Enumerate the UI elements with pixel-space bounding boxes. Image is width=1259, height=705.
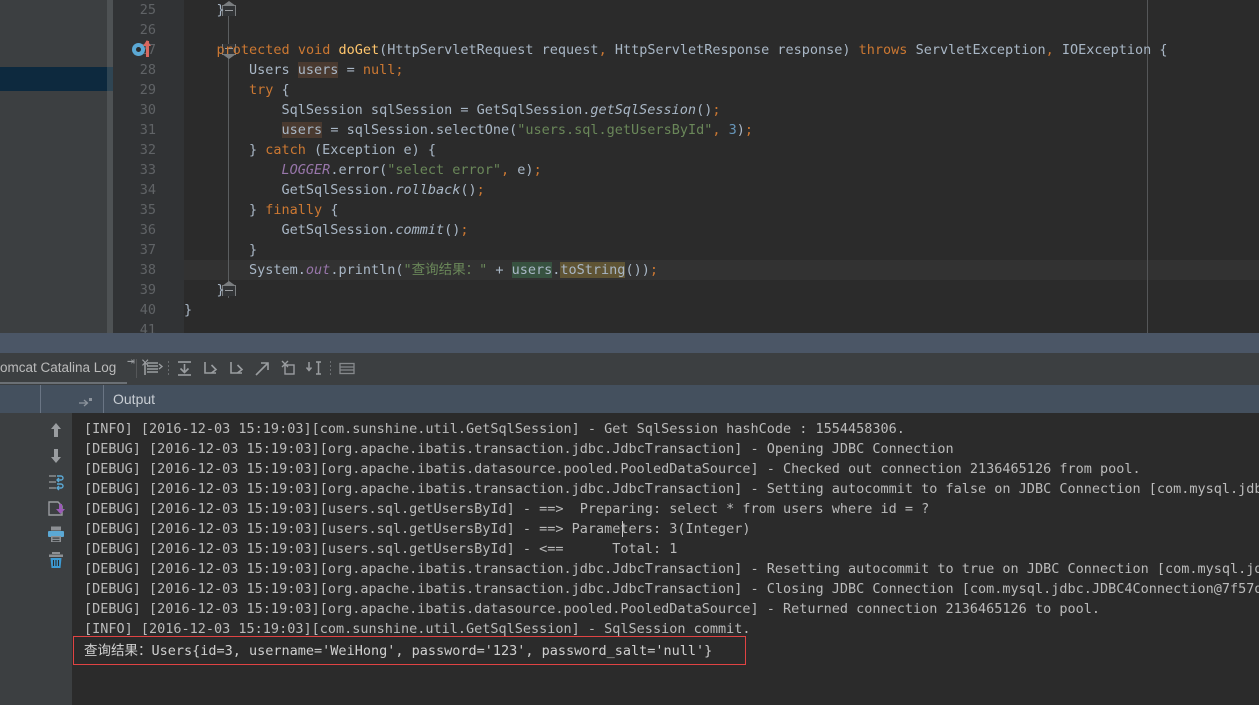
code-line-37: } xyxy=(184,242,258,258)
code-text[interactable]: } protected void doGet(HttpServletReques… xyxy=(184,0,1259,333)
line-number: 34 xyxy=(139,182,156,198)
run-tool-window: omcat Catalina Log × xyxy=(0,353,1259,705)
pin-tab-icon[interactable] xyxy=(127,354,140,375)
text-caret xyxy=(622,521,623,537)
soft-wrap-button[interactable] xyxy=(45,471,67,493)
print-button[interactable] xyxy=(45,523,67,545)
ide-window: 25 26 27 28 29 30 31 32 33 34 35 36 37 3… xyxy=(0,0,1259,705)
line-number: 39 xyxy=(139,282,156,298)
console-line: [INFO] [2016-12-03 15:19:03][com.sunshin… xyxy=(84,621,751,637)
code-line-31: users = sqlSession.selectOne("users.sql.… xyxy=(281,122,754,138)
console-line: [DEBUG] [2016-12-03 15:19:03][users.sql.… xyxy=(84,541,678,557)
arrow-up-icon xyxy=(51,423,61,437)
soft-wrap-icon xyxy=(144,362,164,375)
tabbar-divider xyxy=(136,359,137,378)
console-line: [DEBUG] [2016-12-03 15:19:03][org.apache… xyxy=(84,561,1259,577)
down-right-arrow-icon xyxy=(204,362,218,374)
line-number: 35 xyxy=(139,202,156,218)
code-line-30: SqlSession sqlSession = GetSqlSession.ge… xyxy=(184,102,721,118)
fold-lines-icon xyxy=(305,361,321,375)
printer-icon xyxy=(48,526,64,542)
next-occurrence-button[interactable] xyxy=(200,358,222,379)
output-title-divider xyxy=(103,385,104,413)
left-panel-selected-row[interactable] xyxy=(0,67,107,91)
code-line-29: try { xyxy=(249,82,290,98)
console-line: [DEBUG] [2016-12-03 15:19:03][org.apache… xyxy=(84,481,1259,497)
line-number: 25 xyxy=(139,2,156,18)
code-line-28: Users users = null; xyxy=(184,62,404,78)
line-number: 40 xyxy=(139,302,156,318)
toolbar-separator xyxy=(168,361,169,377)
export-to-file-button[interactable] xyxy=(45,497,67,519)
console-line: [DEBUG] [2016-12-03 15:19:03][org.apache… xyxy=(84,461,1141,477)
clear-all-button[interactable] xyxy=(278,358,300,379)
down-right-arrow-2-icon xyxy=(230,362,244,374)
code-folding-column[interactable] xyxy=(162,0,236,333)
code-line-25: } xyxy=(184,2,225,18)
scroll-to-end-icon xyxy=(178,361,191,376)
tab-active-underline xyxy=(0,382,127,384)
line-number: 30 xyxy=(139,102,156,118)
code-editor[interactable]: 25 26 27 28 29 30 31 32 33 34 35 36 37 3… xyxy=(113,0,1259,333)
code-line-35: } finally { xyxy=(184,202,339,218)
jump-to-source-button[interactable] xyxy=(252,358,274,379)
line-number: 41 xyxy=(139,322,156,333)
code-line-34: GetSqlSession.rollback(); xyxy=(184,182,485,198)
previous-occurrence-button[interactable] xyxy=(226,358,248,379)
output-header-divider xyxy=(40,385,41,413)
down-arrow-button[interactable] xyxy=(45,445,67,467)
console-line: [INFO] [2016-12-03 15:19:03][com.sunshin… xyxy=(84,421,905,437)
arrow-down-icon xyxy=(51,449,61,463)
code-line-27: protected void doGet(HttpServletRequest … xyxy=(216,42,1168,58)
console-line: [DEBUG] [2016-12-03 15:19:03][org.apache… xyxy=(84,581,1259,597)
export-icon xyxy=(48,501,65,516)
toggle-view-button[interactable] xyxy=(336,358,358,379)
editor-region: 25 26 27 28 29 30 31 32 33 34 35 36 37 3… xyxy=(0,0,1259,340)
tab-tomcat-catalina-log[interactable]: omcat Catalina Log xyxy=(0,353,120,383)
console-line: [DEBUG] [2016-12-03 15:19:03][org.apache… xyxy=(84,601,1100,617)
code-line-33: LOGGER.error("select error", e); xyxy=(281,162,542,178)
left-tool-panel[interactable] xyxy=(0,0,107,333)
console-line: [DEBUG] [2016-12-03 15:19:03][users.sql.… xyxy=(84,521,751,537)
gutter-icon-group[interactable] xyxy=(132,40,162,60)
method-override-arrow-icon[interactable] xyxy=(143,40,151,57)
console-action-toolbar xyxy=(40,413,72,705)
fold-lines-button[interactable] xyxy=(304,358,326,379)
line-number: 37 xyxy=(139,242,156,258)
code-line-38: System.out.println("查询结果：" + users.toStr… xyxy=(184,262,658,278)
line-number: 33 xyxy=(139,162,156,178)
clear-all-icon xyxy=(281,360,295,375)
soft-wrap-icon xyxy=(49,475,64,491)
table-view-icon xyxy=(339,362,355,375)
line-number: 36 xyxy=(139,222,156,238)
line-number: 29 xyxy=(139,82,156,98)
arrow-tab-icon[interactable] xyxy=(78,393,94,407)
console-output[interactable]: [INFO] [2016-12-03 15:19:03][com.sunshin… xyxy=(72,413,1259,705)
console-line-result: 查询结果：Users{id=3, username='WeiHong', pas… xyxy=(84,643,713,659)
clear-console-button[interactable] xyxy=(45,549,67,571)
toolbar-separator xyxy=(330,361,331,377)
line-number: 38 xyxy=(139,262,156,278)
code-line-36: GetSqlSession.commit(); xyxy=(184,222,469,238)
console-line: [DEBUG] [2016-12-03 15:19:03][org.apache… xyxy=(84,441,954,457)
up-arrow-button[interactable] xyxy=(45,419,67,441)
scroll-to-end-button[interactable] xyxy=(174,358,196,379)
code-line-32: } catch (Exception e) { xyxy=(184,142,436,158)
line-number: 26 xyxy=(139,22,156,38)
trash-icon xyxy=(49,552,63,568)
tool-window-tabbar: omcat Catalina Log × xyxy=(0,353,1259,385)
code-line-40: } xyxy=(184,302,193,318)
up-right-arrow-icon xyxy=(255,362,269,376)
line-number: 28 xyxy=(139,62,156,78)
console-line: [DEBUG] [2016-12-03 15:19:03][users.sql.… xyxy=(84,501,930,517)
output-tab-title[interactable]: Output xyxy=(113,385,155,413)
line-number: 32 xyxy=(139,142,156,158)
line-number: 31 xyxy=(139,122,156,138)
output-header: Output xyxy=(0,385,1259,413)
code-line-39: } xyxy=(184,282,225,298)
tool-window-splitter[interactable] xyxy=(0,333,1259,353)
soft-wrap-button[interactable] xyxy=(142,358,164,379)
